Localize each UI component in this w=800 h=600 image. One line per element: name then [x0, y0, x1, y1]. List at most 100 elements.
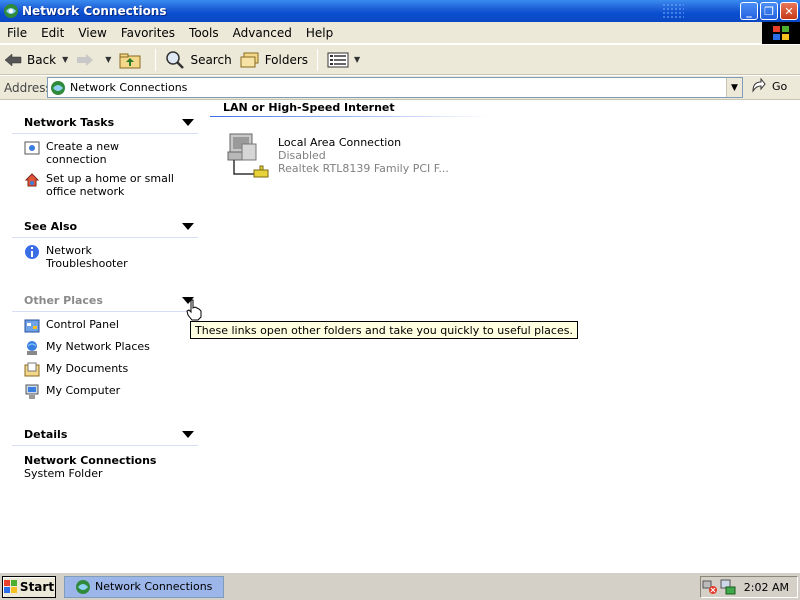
forward-dropdown-icon[interactable]: ▼: [105, 55, 111, 64]
place-label: Control Panel: [46, 318, 119, 331]
details-type: System Folder: [24, 467, 103, 480]
menu-bar: File Edit View Favorites Tools Advanced …: [0, 22, 800, 44]
lan-connection-icon: [227, 133, 269, 178]
menu-favorites[interactable]: Favorites: [114, 26, 182, 40]
forward-arrow-icon: [77, 53, 94, 66]
details-title: Details: [24, 428, 68, 441]
other-places-header[interactable]: Other Places: [12, 290, 198, 312]
group-header: LAN or High-Speed Internet: [223, 101, 395, 114]
menu-file[interactable]: File: [0, 26, 34, 40]
menu-advanced[interactable]: Advanced: [226, 26, 299, 40]
taskbar: Start Network Connections 2:02 AM: [0, 572, 800, 600]
back-arrow-icon: [4, 52, 22, 67]
menu-view[interactable]: View: [71, 26, 113, 40]
network-connections-icon: [76, 579, 90, 594]
network-status-icon[interactable]: [702, 579, 718, 595]
address-bar: Address Network Connections ▼ Go: [0, 76, 800, 100]
task-home-network[interactable]: Set up a home or small office network: [12, 172, 198, 198]
other-places-title: Other Places: [24, 294, 103, 307]
control-panel-icon: [24, 319, 40, 333]
menu-help[interactable]: Help: [299, 26, 340, 40]
task-create-connection[interactable]: Create a new connection: [12, 140, 198, 166]
my-computer-icon: [25, 384, 39, 399]
address-dropdown-icon[interactable]: ▼: [726, 78, 742, 97]
place-label: My Computer: [46, 384, 121, 397]
close-button[interactable]: ✕: [780, 2, 798, 20]
details-name: Network Connections: [24, 454, 157, 467]
network-tasks-section: Network Tasks Create a new connection Se…: [12, 112, 198, 198]
folder-up-icon: [119, 53, 141, 68]
group-divider: [210, 116, 490, 117]
window-title: Network Connections: [22, 4, 167, 18]
new-connection-icon: [24, 141, 40, 155]
folders-label: Folders: [264, 52, 309, 67]
connection-device: Realtek RTL8139 Family PCI F...: [278, 162, 449, 175]
toolbar-separator: [317, 48, 319, 71]
minimize-button[interactable]: _: [740, 2, 758, 20]
place-my-documents[interactable]: My Documents: [12, 362, 198, 378]
place-my-network-places[interactable]: My Network Places: [12, 340, 198, 356]
home-network-icon: [24, 173, 40, 187]
network-places-icon: [27, 341, 37, 355]
search-button[interactable]: Search: [161, 47, 235, 73]
menu-tools[interactable]: Tools: [182, 26, 226, 40]
toolbar: Back ▼ ▼ Search Folders ▼: [0, 45, 800, 75]
go-label: Go: [772, 79, 788, 93]
network-connections-icon: [4, 4, 18, 18]
network-connections-icon: [51, 80, 65, 95]
windows-logo-icon: [762, 22, 800, 44]
start-button[interactable]: Start: [2, 575, 56, 598]
local-area-connection-item[interactable]: Local Area Connection Disabled Realtek R…: [224, 130, 449, 180]
task-label: Network Troubleshooter: [46, 244, 128, 270]
forward-button[interactable]: ▼: [72, 47, 115, 73]
go-button[interactable]: Go: [750, 78, 787, 94]
see-also-section: See Also Network Troubleshooter: [12, 216, 198, 270]
see-also-title: See Also: [24, 220, 78, 233]
up-folder-button[interactable]: [115, 47, 150, 73]
see-also-header[interactable]: See Also: [12, 216, 198, 238]
folders-icon: [240, 52, 259, 67]
back-dropdown-icon[interactable]: ▼: [62, 55, 68, 64]
windows-logo-icon: [3, 579, 17, 593]
network-adapter-icon[interactable]: [720, 579, 736, 595]
task-pane: Network Tasks Create a new connection Se…: [0, 101, 210, 572]
address-label: Address: [4, 80, 52, 95]
place-label: My Documents: [46, 362, 129, 375]
details-header[interactable]: Details: [12, 424, 198, 446]
network-tasks-header[interactable]: Network Tasks: [12, 112, 198, 134]
collapse-chevron-icon[interactable]: [182, 431, 194, 438]
go-arrow-icon: [752, 78, 766, 93]
back-button[interactable]: Back ▼: [0, 47, 72, 73]
tooltip: These links open other folders and take …: [190, 321, 578, 339]
title-bar: Network Connections _ ❐ ✕: [0, 0, 800, 22]
network-tasks-title: Network Tasks: [24, 116, 115, 129]
search-label: Search: [190, 52, 232, 67]
clock[interactable]: 2:02 AM: [744, 581, 789, 594]
task-label: Create a new connection: [46, 140, 120, 166]
info-icon: [25, 245, 39, 259]
collapse-chevron-icon[interactable]: [182, 223, 194, 230]
menu-edit[interactable]: Edit: [34, 26, 71, 40]
my-documents-icon: [24, 362, 40, 377]
views-dropdown-icon[interactable]: ▼: [354, 55, 360, 64]
folders-button[interactable]: Folders: [236, 47, 312, 73]
taskbar-task-label: Network Connections: [95, 580, 213, 593]
address-input[interactable]: Network Connections ▼: [47, 77, 743, 98]
place-my-computer[interactable]: My Computer: [12, 384, 198, 400]
views-button[interactable]: ▼: [323, 47, 364, 73]
place-label: My Network Places: [46, 340, 150, 353]
system-tray: 2:02 AM: [700, 576, 798, 598]
place-control-panel[interactable]: Control Panel: [12, 318, 198, 334]
taskbar-network-connections[interactable]: Network Connections: [64, 575, 224, 598]
collapse-chevron-icon[interactable]: [182, 119, 194, 126]
views-icon: [327, 52, 349, 67]
back-label: Back: [27, 52, 57, 67]
maximize-button[interactable]: ❐: [760, 2, 778, 20]
hand-cursor-icon: [186, 299, 202, 321]
connection-status: Disabled: [278, 149, 326, 162]
task-troubleshooter[interactable]: Network Troubleshooter: [12, 244, 198, 270]
connection-name: Local Area Connection: [278, 136, 402, 149]
details-section: Details Network Connections System Folde…: [12, 424, 198, 480]
search-icon: [166, 50, 185, 69]
start-label: Start: [19, 579, 55, 594]
